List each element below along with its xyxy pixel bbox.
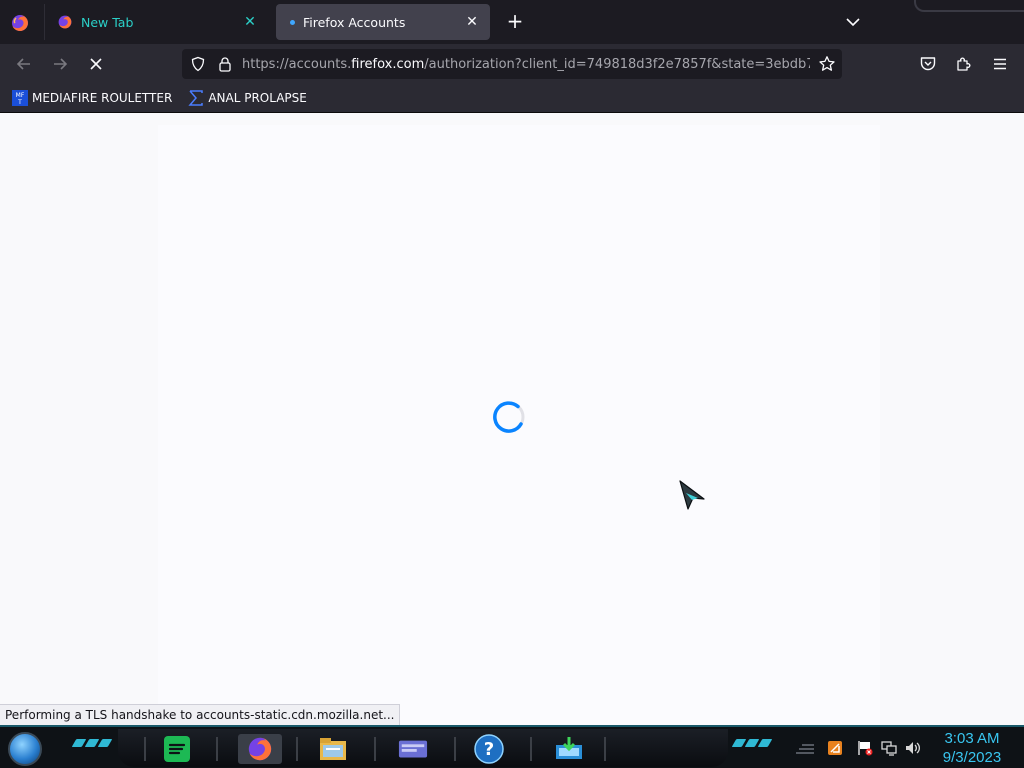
firefox-icon[interactable] [238, 734, 282, 764]
svg-text:MF: MF [16, 92, 25, 99]
taskbar-separator [144, 737, 146, 761]
taskbar-decoration [71, 739, 113, 749]
arrow-left-icon [16, 58, 30, 70]
taskbar-separator [216, 737, 218, 761]
app-tray-icon[interactable] [826, 739, 844, 757]
file-explorer-icon[interactable] [318, 734, 348, 764]
extensions-button[interactable] [952, 52, 976, 76]
url-host: firefox.com [351, 56, 425, 72]
help-icon[interactable]: ? [474, 734, 504, 764]
address-bar[interactable]: https://accounts.firefox.com/authorizati… [182, 49, 842, 79]
show-hidden-icons-icon[interactable] [794, 739, 816, 757]
clock-time: 3:03 AM [944, 730, 1000, 747]
back-button[interactable] [12, 52, 36, 76]
mediafire-icon: MF T [12, 90, 28, 106]
action-center-flag-icon[interactable] [856, 739, 874, 757]
spotify-icon[interactable] [162, 734, 192, 764]
close-tab-icon[interactable]: ✕ [238, 14, 262, 30]
status-text: Performing a TLS handshake to accounts-s… [0, 704, 401, 726]
bookmark-anal-prolapse[interactable]: ANAL PROLAPSE [188, 90, 307, 106]
taskbar-separator [530, 737, 532, 761]
tab-firefox-accounts[interactable]: Firefox Accounts ✕ [276, 4, 490, 40]
svg-text:T: T [17, 99, 22, 106]
tab-title: Firefox Accounts [303, 14, 406, 30]
tab-strip: New Tab ✕ Firefox Accounts ✕ + [0, 0, 1024, 44]
clock-date: 9/3/2023 [942, 749, 1002, 766]
hamburger-menu-icon [994, 58, 1006, 70]
window-switcher-icon[interactable] [398, 734, 428, 764]
navigation-toolbar: https://accounts.firefox.com/authorizati… [0, 44, 1024, 84]
taskbar-separator [296, 737, 298, 761]
url-prefix: https://accounts. [242, 56, 352, 72]
application-menu-button[interactable] [988, 52, 1012, 76]
close-tab-icon[interactable]: ✕ [460, 14, 484, 30]
start-button[interactable] [8, 732, 42, 766]
new-tab-button[interactable]: + [502, 10, 528, 34]
puzzle-piece-icon [957, 57, 971, 71]
firefox-icon[interactable] [10, 13, 30, 33]
mouse-pointer-icon [679, 480, 705, 510]
pocket-icon [920, 57, 936, 71]
bookmark-star-icon[interactable] [818, 55, 836, 73]
stop-icon [90, 58, 102, 70]
taskbar-dock: ? [118, 729, 728, 767]
stop-button[interactable] [84, 52, 108, 76]
tracking-protection-shield-icon[interactable] [190, 56, 206, 72]
tab-new-tab[interactable]: New Tab ✕ [44, 4, 268, 40]
window-frame-decoration [914, 0, 1024, 12]
forward-button[interactable] [48, 52, 72, 76]
taskbar: ? 3:03 AM 9/3/2023 [0, 725, 1024, 768]
taskbar-separator [454, 737, 456, 761]
firefox-icon [58, 15, 72, 29]
svg-text:?: ? [484, 739, 494, 760]
loading-spinner-icon [493, 401, 525, 433]
page-content [0, 113, 1024, 725]
bookmark-label: MEDIAFIRE ROULETTER [32, 91, 173, 105]
system-clock[interactable]: 3:03 AM 9/3/2023 [932, 729, 1012, 767]
sigma-icon [188, 90, 204, 106]
network-icon[interactable] [880, 739, 898, 757]
bookmark-label: ANAL PROLAPSE [208, 91, 307, 105]
chevron-down-icon[interactable] [842, 12, 864, 32]
url-path: /authorization?client_id=749818d3f2e7857… [424, 56, 810, 72]
taskbar-separator [604, 737, 606, 761]
loading-dot-icon [290, 19, 295, 25]
arrow-right-icon [54, 58, 68, 70]
volume-icon[interactable] [904, 739, 922, 757]
tab-title: New Tab [81, 14, 134, 30]
taskbar-decoration [731, 739, 773, 749]
pocket-button[interactable] [916, 52, 940, 76]
bookmark-mediafire-rouletter[interactable]: MF T MEDIAFIRE ROULETTER [12, 90, 172, 106]
url-text[interactable]: https://accounts.firefox.com/authorizati… [242, 57, 810, 72]
taskbar-separator [374, 737, 376, 761]
download-installer-icon[interactable] [554, 734, 584, 764]
lock-icon[interactable] [218, 56, 232, 72]
bookmarks-toolbar: MF T MEDIAFIRE ROULETTER ANAL PROLAPSE [0, 84, 1024, 113]
